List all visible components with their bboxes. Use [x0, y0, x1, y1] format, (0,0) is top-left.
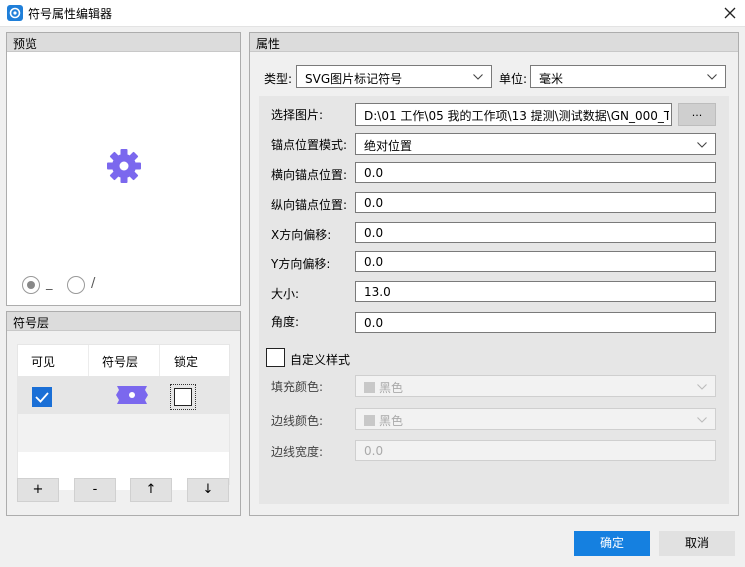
size-label: 大小:: [271, 287, 300, 301]
fill-color-value: 黑色: [379, 381, 404, 395]
preview-header: 预览: [7, 33, 240, 52]
move-up-button[interactable]: ↑: [130, 478, 172, 502]
preview-title: 预览: [13, 37, 38, 51]
window-title: 符号属性编辑器: [28, 7, 113, 21]
preview-canvas: _ /: [7, 52, 240, 305]
anchor-x-value: 0.0: [364, 166, 384, 180]
offset-y-value: 0.0: [364, 255, 384, 269]
anchor-mode-select[interactable]: 绝对位置: [355, 133, 716, 155]
offset-x-input[interactable]: 0.0: [355, 222, 716, 243]
preview-group: 预览 _ /: [6, 32, 241, 306]
stroke-width-input[interactable]: 0.0: [355, 440, 716, 461]
anchor-y-label: 纵向锚点位置:: [271, 198, 348, 212]
radio-underscore-label: _: [46, 276, 53, 291]
fill-color-select[interactable]: 黑色: [355, 375, 716, 397]
unit-select[interactable]: 毫米: [530, 65, 726, 88]
cancel-button[interactable]: 取消: [659, 531, 735, 556]
image-path-value: D:\01 工作\05 我的工作项\13 提测\测试数据\GN_000_Ty: [364, 109, 669, 123]
remove-layer-button[interactable]: -: [74, 478, 116, 502]
chevron-down-icon: [697, 142, 707, 148]
anchor-y-input[interactable]: 0.0: [355, 192, 716, 213]
custom-style-label: 自定义样式: [290, 353, 351, 367]
checkmark-icon: [35, 392, 49, 403]
layer-table: 可见 符号层 锁定: [17, 344, 230, 490]
fill-color-label: 填充颜色:: [271, 380, 324, 394]
stroke-color-value: 黑色: [379, 414, 404, 428]
column-header-layer: 符号层: [102, 355, 139, 369]
type-select-value: SVG图片标记符号: [305, 72, 403, 86]
add-layer-button[interactable]: +: [17, 478, 59, 502]
chevron-down-icon: [707, 74, 717, 80]
radio-slash[interactable]: [67, 276, 85, 294]
column-header-locked: 锁定: [174, 355, 199, 369]
angle-value: 0.0: [364, 316, 384, 330]
anchor-mode-label: 锚点位置模式:: [271, 138, 348, 152]
properties-title: 属性: [256, 37, 281, 51]
offset-y-label: Y方向偏移:: [271, 257, 331, 271]
chevron-down-icon: [697, 384, 707, 390]
unit-label: 单位:: [499, 72, 528, 86]
offset-y-input[interactable]: 0.0: [355, 251, 716, 272]
title-bar: 符号属性编辑器: [0, 0, 745, 27]
locked-checkbox[interactable]: [170, 384, 196, 410]
app-icon: [7, 5, 23, 21]
angle-label: 角度:: [271, 315, 300, 329]
size-input[interactable]: 13.0: [355, 281, 716, 302]
unit-select-value: 毫米: [539, 72, 564, 86]
color-swatch: [364, 382, 375, 393]
gear-icon: [107, 149, 141, 183]
visible-checkbox[interactable]: [32, 387, 52, 407]
chevron-down-icon: [697, 417, 707, 423]
anchor-x-label: 横向锚点位置:: [271, 168, 348, 182]
radio-underscore[interactable]: [22, 276, 40, 294]
radio-slash-label: /: [91, 276, 96, 291]
table-row-empty: [18, 414, 229, 452]
close-button[interactable]: [715, 0, 745, 27]
stroke-color-select[interactable]: 黑色: [355, 408, 716, 430]
column-header-visible: 可见: [31, 355, 56, 369]
image-label: 选择图片:: [271, 108, 324, 122]
custom-style-checkbox[interactable]: [266, 348, 285, 367]
angle-input[interactable]: 0.0: [355, 312, 716, 333]
anchor-mode-value: 绝对位置: [364, 139, 413, 153]
stroke-width-label: 边线宽度:: [271, 445, 324, 459]
color-swatch: [364, 415, 375, 426]
type-select[interactable]: SVG图片标记符号: [296, 65, 492, 88]
stroke-width-value: 0.0: [364, 444, 384, 458]
properties-header: 属性: [250, 33, 738, 52]
size-value: 13.0: [364, 285, 391, 299]
browse-button[interactable]: ...: [678, 103, 716, 126]
layer-header: 符号层: [7, 312, 240, 331]
layer-title: 符号层: [13, 316, 50, 330]
close-icon: [724, 7, 736, 19]
stroke-color-label: 边线颜色:: [271, 414, 324, 428]
locked-checkbox-box: [174, 388, 192, 406]
type-label: 类型:: [264, 72, 293, 86]
offset-x-value: 0.0: [364, 226, 384, 240]
anchor-x-input[interactable]: 0.0: [355, 162, 716, 183]
anchor-y-value: 0.0: [364, 196, 384, 210]
ok-button[interactable]: 确定: [574, 531, 650, 556]
chevron-down-icon: [473, 74, 483, 80]
offset-x-label: X方向偏移:: [271, 228, 332, 242]
symbol-layer-preview-icon: [116, 386, 148, 404]
table-row[interactable]: [18, 376, 229, 414]
move-down-button[interactable]: ↓: [187, 478, 229, 502]
image-path-input[interactable]: D:\01 工作\05 我的工作项\13 提测\测试数据\GN_000_Ty: [355, 103, 672, 126]
